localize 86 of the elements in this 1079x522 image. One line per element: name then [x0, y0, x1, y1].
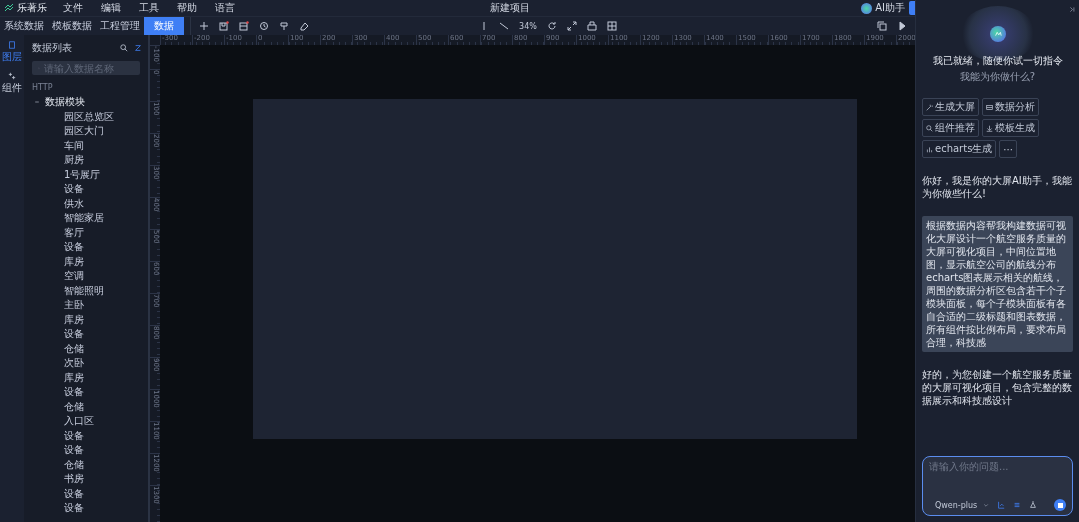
tree-item[interactable]: 智能家居 — [24, 211, 148, 226]
panel-title: 数据列表 — [32, 41, 73, 55]
window-title: 新建项目 — [490, 1, 530, 15]
save-icon[interactable] — [219, 21, 229, 31]
chat-input[interactable]: 请输入你的问题... Qwen-plus — [922, 456, 1073, 516]
user-message: 根据数据内容帮我构建数据可视化大屏设计一个航空服务质量的大屏可视化项目，中间位置地图，显示航空公司的航线分布echarts图表展示相关的航线，周围的数据分析区包含若干个子模块面板，每个子模块面板有各自合适的二级标题和图表数据，所有组件按比例布局，要求布局合理，科技感 — [922, 216, 1073, 352]
brush-icon[interactable] — [279, 21, 289, 31]
tab[interactable]: 工程管理 — [96, 17, 144, 35]
tree-item[interactable]: 设备 — [24, 443, 148, 458]
quick-action-chip[interactable]: echarts生成 — [922, 140, 997, 158]
tree-item[interactable]: 库房 — [24, 254, 148, 269]
tab[interactable]: 系统数据 — [0, 17, 48, 35]
tree-item[interactable]: 库房 — [24, 312, 148, 327]
tree-item[interactable]: 次卧 — [24, 356, 148, 371]
layers-icon[interactable] — [8, 41, 16, 49]
tree-item[interactable]: 入口区 — [24, 414, 148, 429]
copy-icon[interactable] — [877, 21, 887, 31]
quick-action-chip[interactable]: 数据分析 — [982, 98, 1039, 116]
tree-item[interactable]: 主卧 — [24, 298, 148, 313]
tree-item[interactable]: 设备 — [24, 501, 148, 516]
tree-item[interactable]: 设备 — [24, 428, 148, 443]
image-icon[interactable] — [997, 501, 1006, 509]
zoom-level: 34% — [519, 21, 537, 31]
collapse-icon[interactable] — [1069, 6, 1076, 13]
more-button[interactable]: ··· — [999, 140, 1017, 158]
tree-item[interactable]: 园区大门 — [24, 124, 148, 139]
quick-action-chip[interactable]: 生成大屏 — [922, 98, 979, 116]
assistant-message: 好的，为您创建一个航空服务质量的大屏可视化项目，包含完整的数据展示和科技感设计 — [922, 368, 1073, 407]
tab[interactable]: 数据 — [144, 17, 184, 35]
app-logo: 乐著乐 — [17, 1, 47, 15]
tree-item[interactable]: 设备 — [24, 182, 148, 197]
tree-item[interactable]: 书房 — [24, 472, 148, 487]
history-icon[interactable] — [259, 21, 269, 31]
tree-item[interactable]: 设备 — [24, 486, 148, 501]
tree-item[interactable]: 厨房 — [24, 153, 148, 168]
wand-icon[interactable] — [926, 103, 933, 111]
assistant-subtitle: 我能为你做什么? — [958, 70, 1037, 84]
tree-item[interactable]: 仓储 — [24, 341, 148, 356]
menu-item[interactable]: 帮助 — [168, 1, 206, 15]
menu-item[interactable]: 工具 — [130, 1, 168, 15]
stop-icon — [1057, 502, 1063, 508]
diagonal-line-icon[interactable] — [499, 21, 510, 31]
stop-button[interactable] — [1054, 499, 1066, 511]
table-icon[interactable] — [986, 103, 993, 111]
sidebar-tab[interactable]: 组件 — [2, 72, 22, 95]
fullscreen-icon[interactable] — [566, 21, 577, 31]
components-icon[interactable] — [8, 72, 16, 80]
section-label: HTTP — [31, 82, 54, 94]
tree-item[interactable]: 仓储 — [24, 399, 148, 414]
tree-item[interactable]: 仓储 — [24, 457, 148, 472]
download-icon[interactable] — [986, 124, 993, 132]
add-data-icon[interactable] — [134, 44, 142, 52]
tree-item[interactable]: 园区总览区 — [24, 109, 148, 124]
assistant-greeting: 我已就绪，随便你试一切指令 — [931, 54, 1064, 68]
menu-item[interactable]: 编辑 — [92, 1, 130, 15]
search-icon[interactable] — [926, 124, 933, 132]
tree-item[interactable]: 供水 — [24, 196, 148, 211]
layout-icon[interactable] — [239, 21, 249, 31]
menu-item[interactable]: 文件 — [54, 1, 92, 15]
refresh-icon[interactable] — [546, 21, 557, 31]
tree-item[interactable]: 设备 — [24, 240, 148, 255]
tree-item[interactable]: 1号展厅 — [24, 167, 148, 182]
bar-chart-icon[interactable] — [926, 145, 933, 153]
menu-item[interactable]: 语言 — [206, 1, 244, 15]
tree-item[interactable]: 设备 — [24, 385, 148, 400]
tab[interactable]: 模板数据 — [48, 17, 96, 35]
list-icon[interactable] — [1013, 501, 1022, 509]
add-icon[interactable] — [199, 21, 209, 31]
model-select[interactable]: Qwen-plus — [929, 500, 990, 510]
tree-node[interactable]: 数据模块 — [24, 95, 148, 110]
tree-item[interactable]: 智能照明 — [24, 283, 148, 298]
grid-icon[interactable] — [606, 21, 617, 31]
tree-item[interactable]: 客厅 — [24, 225, 148, 240]
assistant-message: 你好，我是你的大屏AI助手，我能为你做些什么! — [922, 174, 1073, 200]
play-icon[interactable] — [897, 21, 907, 31]
tree-item[interactable]: 车间 — [24, 138, 148, 153]
ai-assistant-button[interactable]: AI助手 — [857, 1, 909, 15]
search-icon[interactable] — [120, 44, 128, 52]
quick-action-chip[interactable]: 组件推荐 — [922, 119, 979, 137]
tree-item[interactable]: 设备 — [24, 327, 148, 342]
tree-item[interactable]: 空调 — [24, 269, 148, 284]
logo-icon[interactable] — [4, 3, 14, 13]
eraser-icon[interactable] — [299, 21, 309, 31]
tree-item[interactable]: 库房 — [24, 370, 148, 385]
quick-action-chip[interactable]: 模板生成 — [982, 119, 1039, 137]
sidebar-tab[interactable]: 图层 — [2, 41, 22, 64]
